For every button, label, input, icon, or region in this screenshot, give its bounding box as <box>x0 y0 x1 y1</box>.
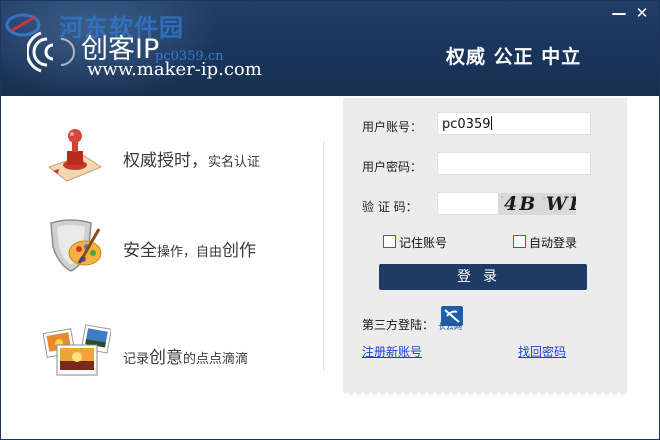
feature-security: 安全操作，自由创作 <box>43 217 303 277</box>
slogan: 权威 公正 中立 <box>446 46 582 68</box>
minimize-button[interactable]: — <box>610 5 628 21</box>
text-caret <box>491 116 493 130</box>
app-logo-icon <box>27 31 75 73</box>
header-banner: 河东软件园 创客IP pc0359.cn www.maker-ip.com 权威… <box>1 1 659 96</box>
feature-timestamp-sub: 实名认证 <box>208 155 261 170</box>
feature-creativity-part1: 记录 <box>123 352 150 367</box>
password-input[interactable] <box>437 152 591 175</box>
captcha-text: 4B WP <box>504 193 576 215</box>
feature-security-part1: 安全 <box>123 241 157 261</box>
register-link[interactable]: 注册新账号 <box>362 343 422 360</box>
close-button[interactable]: ✕ <box>633 5 651 21</box>
captcha-image[interactable]: 4B WP <box>498 193 576 215</box>
stamp-icon <box>47 129 103 182</box>
feature-timestamp-comma: ， <box>191 151 208 171</box>
feature-timestamp-main: 权威授时 <box>123 151 191 171</box>
feature-timestamp: 权威授时，实名认证 <box>43 127 303 187</box>
account-label: 用户账号： <box>362 120 423 134</box>
auto-login-label[interactable]: 自动登录 <box>529 234 577 251</box>
feature-security-part3: 创作 <box>222 241 257 261</box>
captcha-input[interactable] <box>437 192 499 215</box>
remember-account-label[interactable]: 记住账号 <box>399 234 447 251</box>
site-url[interactable]: www.maker-ip.com <box>87 59 262 80</box>
shield-palette-icon <box>50 219 102 272</box>
account-value: pc0359 <box>442 117 491 132</box>
auto-login-checkbox[interactable] <box>513 235 526 248</box>
vertical-divider <box>323 141 324 371</box>
feature-creativity: 记录创意的点点滴滴 <box>43 323 303 383</box>
panel-wavy-edge <box>343 388 627 395</box>
feature-creativity-part3: 的点点滴滴 <box>183 352 249 367</box>
account-input[interactable]: pc0359 <box>437 112 591 135</box>
login-button[interactable]: 登录 <box>379 264 587 290</box>
third-party-label: 第三方登陆： <box>362 318 435 332</box>
login-window: 河东软件园 创客IP pc0359.cn www.maker-ip.com 权威… <box>0 0 660 440</box>
recover-password-link[interactable]: 找回密码 <box>518 343 566 360</box>
captcha-label: 验 证 码： <box>362 200 418 214</box>
feature-security-part2: 操作，自由 <box>157 245 223 260</box>
password-label: 用户密码： <box>362 160 423 174</box>
photos-icon <box>43 324 111 376</box>
feature-creativity-part2: 创意 <box>149 348 184 368</box>
third-party-name[interactable]: 长云网 <box>438 321 462 332</box>
remember-account-checkbox[interactable] <box>383 235 396 248</box>
